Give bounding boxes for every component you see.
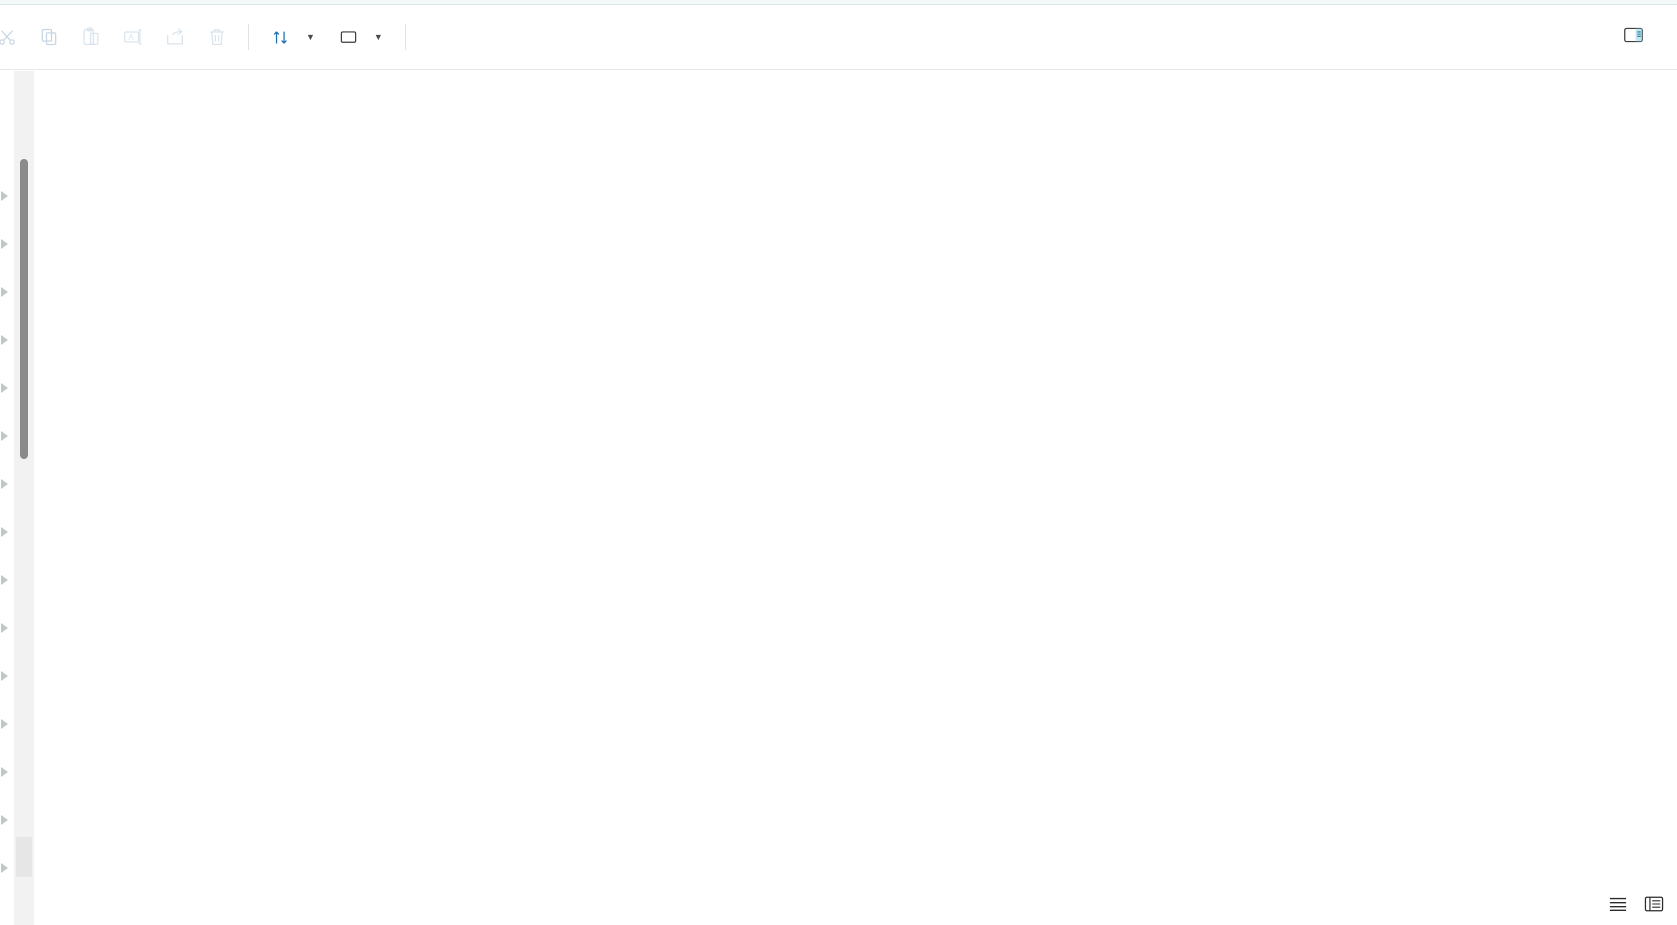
paste-button[interactable] [70,17,112,57]
toolbar-divider-2 [404,24,406,50]
detail-view-icon [1644,896,1664,912]
chevron-right-icon[interactable] [1,527,8,537]
chevron-right-icon[interactable] [1,623,8,633]
paste-icon [83,27,99,45]
chevron-down-icon: ▼ [373,31,383,42]
chevron-right-icon[interactable] [1,575,8,585]
chevron-right-icon[interactable] [1,287,8,297]
toolbar-right-group [1611,15,1677,55]
svg-text:A: A [128,33,134,42]
chevron-down-icon: ▼ [306,31,315,42]
sort-button[interactable]: ▼ [259,17,327,57]
navigation-pane-edge [0,71,14,925]
chevron-right-icon[interactable] [1,815,8,825]
toolbar-divider-1 [248,24,249,50]
command-bar: A ▼ ▼ [0,0,1677,70]
scrollbar-track-marker [16,837,32,877]
chevron-right-icon[interactable] [1,671,8,681]
scrollbar-thumb[interactable] [20,159,28,459]
details-pane-button[interactable] [1611,15,1663,55]
chevron-right-icon[interactable] [1,383,8,393]
chevron-right-icon[interactable] [1,479,8,489]
file-list-content [34,71,1677,925]
list-view-icon [1609,897,1627,911]
monitor-icon [340,30,357,43]
chevron-right-icon[interactable] [1,239,8,249]
chevron-right-icon[interactable] [1,335,8,345]
nav-expand-chevrons [0,191,14,911]
share-icon [167,28,183,45]
sort-icon [273,30,287,44]
see-more-button[interactable] [416,17,458,57]
chevron-right-icon[interactable] [1,431,8,441]
view-button[interactable]: ▼ [327,17,395,57]
rename-button[interactable]: A [112,17,154,57]
scissors-icon [0,30,15,45]
list-view-toggle[interactable] [1605,891,1631,917]
cut-button[interactable] [0,17,28,57]
chevron-right-icon[interactable] [1,863,8,873]
file-grid [34,71,1677,111]
copy-icon [41,28,57,46]
toolbar-accent-strip [0,0,1677,5]
trash-icon [210,29,224,45]
copy-button[interactable] [28,17,70,57]
detail-view-icon [1624,27,1643,42]
rename-icon: A [124,29,142,45]
view-toggle-group [1605,891,1667,917]
chevron-right-icon[interactable] [1,719,8,729]
vertical-scrollbar[interactable] [14,71,34,925]
share-button[interactable] [154,17,196,57]
toolbar-buttons: A ▼ ▼ [0,0,458,70]
chevron-right-icon[interactable] [1,191,8,201]
delete-button[interactable] [196,17,238,57]
details-view-toggle[interactable] [1641,891,1667,917]
chevron-right-icon[interactable] [1,767,8,777]
